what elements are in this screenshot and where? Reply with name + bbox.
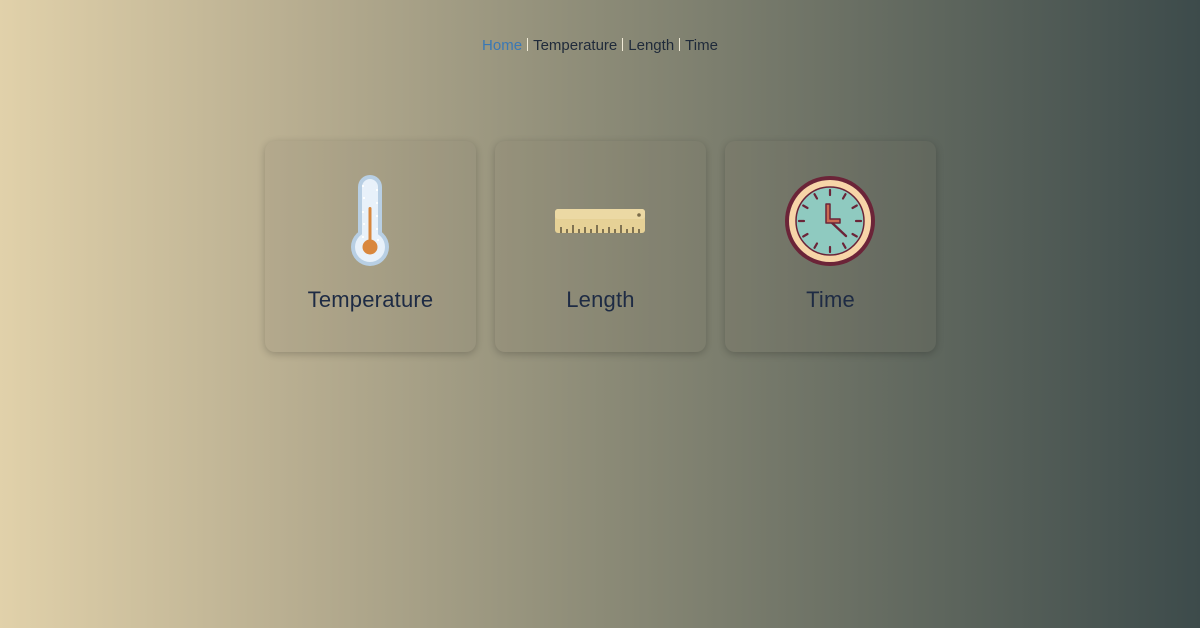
time-card-label: Time (806, 287, 855, 312)
top-nav: Home Temperature Length Time (0, 36, 1200, 56)
nav-link-temperature[interactable]: Temperature (533, 37, 617, 54)
ruler-icon (555, 209, 645, 233)
length-card-label: Length (566, 287, 635, 312)
thermometer-icon (351, 175, 389, 266)
nav-link-home[interactable]: Home (482, 37, 522, 54)
nav-separator (622, 38, 624, 51)
nav-separator (527, 38, 529, 51)
nav-link-length[interactable]: Length (628, 37, 674, 54)
time-card[interactable]: Time (725, 141, 936, 352)
temperature-card[interactable]: Temperature (265, 141, 476, 352)
nav-link-time[interactable]: Time (685, 37, 718, 54)
converter-cards: Temperature Length Time (265, 141, 937, 352)
length-card[interactable]: Length (495, 141, 706, 352)
clock-icon (785, 176, 875, 266)
nav-separator (679, 38, 681, 51)
temperature-card-label: Temperature (307, 287, 434, 312)
